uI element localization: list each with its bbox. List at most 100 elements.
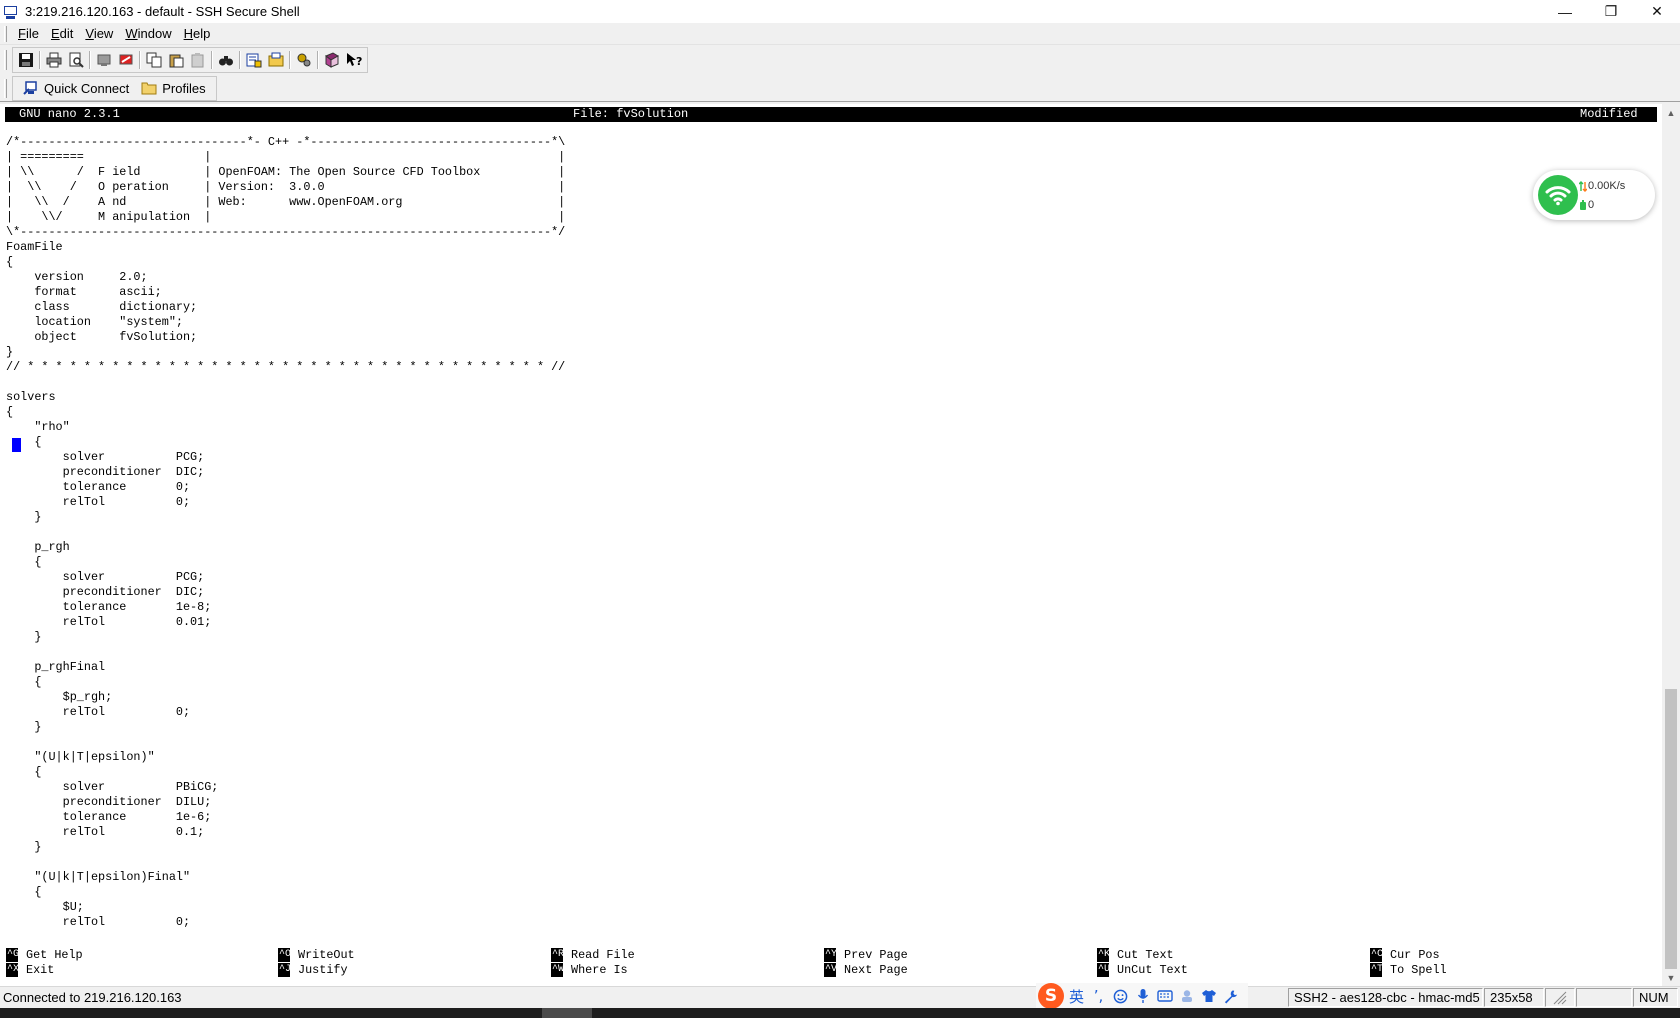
code-line[interactable]: solver PCG; — [6, 450, 565, 465]
code-line[interactable]: p_rgh — [6, 540, 565, 555]
code-line[interactable]: relTol 0; — [6, 495, 565, 510]
code-line[interactable]: // * * * * * * * * * * * * * * * * * * *… — [6, 360, 565, 375]
code-line[interactable]: { — [6, 255, 565, 270]
code-line[interactable]: { — [6, 885, 565, 900]
file-content[interactable]: /*--------------------------------*- C++… — [6, 135, 565, 930]
sogou-logo-icon[interactable]: S — [1038, 983, 1064, 1009]
scroll-down-button[interactable]: ▼ — [1662, 969, 1680, 986]
code-line[interactable]: tolerance 1e-8; — [6, 600, 565, 615]
menu-file[interactable]: File — [12, 26, 45, 41]
code-line[interactable] — [6, 525, 565, 540]
code-line[interactable]: p_rghFinal — [6, 660, 565, 675]
code-line[interactable]: version 2.0; — [6, 270, 565, 285]
code-line[interactable]: | ========= | | — [6, 150, 565, 165]
shortcut-uncut-text[interactable]: ^U UnCut Text — [1097, 962, 1367, 977]
code-line[interactable]: format ascii; — [6, 285, 565, 300]
skin-icon[interactable] — [1177, 987, 1196, 1006]
menu-view[interactable]: View — [79, 26, 119, 41]
code-line[interactable]: preconditioner DIC; — [6, 465, 565, 480]
shirt-icon[interactable] — [1199, 987, 1218, 1006]
shortcut-to-spell[interactable]: ^T To Spell — [1370, 962, 1640, 977]
ime-punctuation-toggle[interactable]: ʼ, — [1089, 987, 1108, 1006]
vertical-scrollbar[interactable]: ▲ ▼ — [1662, 104, 1680, 986]
emoji-icon[interactable] — [1111, 987, 1130, 1006]
shortcut-justify[interactable]: ^J Justify — [278, 962, 548, 977]
code-line[interactable]: { — [6, 405, 565, 420]
code-line[interactable]: } — [6, 510, 565, 525]
code-line[interactable]: class dictionary; — [6, 300, 565, 315]
code-line[interactable]: tolerance 1e-6; — [6, 810, 565, 825]
help-book-button[interactable] — [321, 49, 343, 71]
code-line[interactable]: preconditioner DIC; — [6, 585, 565, 600]
code-line[interactable]: preconditioner DILU; — [6, 795, 565, 810]
code-line[interactable]: solvers — [6, 390, 565, 405]
code-line[interactable]: } — [6, 840, 565, 855]
menu-help[interactable]: Help — [178, 26, 217, 41]
shortcut-cur-pos[interactable]: ^C Cur Pos — [1370, 947, 1640, 962]
quick-connect-button[interactable]: Quick Connect — [17, 77, 135, 99]
menu-window[interactable]: Window — [119, 26, 177, 41]
toolbar-grip[interactable] — [4, 50, 7, 70]
code-line[interactable]: relTol 0.01; — [6, 615, 565, 630]
code-line[interactable]: \*--------------------------------------… — [6, 225, 565, 240]
copy-button[interactable] — [143, 49, 165, 71]
code-line[interactable]: { — [6, 555, 565, 570]
settings-button[interactable] — [243, 49, 265, 71]
shortcut-get-help[interactable]: ^G Get Help — [6, 947, 276, 962]
code-line[interactable]: "(U|k|T|epsilon)Final" — [6, 870, 565, 885]
code-line[interactable]: relTol 0.1; — [6, 825, 565, 840]
shortcut-cut-text[interactable]: ^K Cut Text — [1097, 947, 1367, 962]
paste-button[interactable] — [165, 49, 187, 71]
context-help-button[interactable]: ? — [343, 49, 365, 71]
shortcut-writeout[interactable]: ^O WriteOut — [278, 947, 548, 962]
menu-edit[interactable]: Edit — [45, 26, 79, 41]
new-terminal-button[interactable] — [93, 49, 115, 71]
network-speed-widget[interactable]: 0.00K/s 0 — [1533, 170, 1655, 220]
maximize-button[interactable]: ❐ — [1588, 0, 1634, 23]
print-preview-button[interactable] — [65, 49, 87, 71]
code-line[interactable]: FoamFile — [6, 240, 565, 255]
code-line[interactable]: | \\ / A nd | Web: www.OpenFOAM.org | — [6, 195, 565, 210]
code-line[interactable]: /*--------------------------------*- C++… — [6, 135, 565, 150]
keyboard-icon[interactable] — [1155, 987, 1174, 1006]
menu-bar-grip[interactable] — [4, 26, 7, 42]
code-line[interactable]: location "system"; — [6, 315, 565, 330]
code-line[interactable]: } — [6, 630, 565, 645]
ime-language-toggle[interactable]: 英 — [1067, 987, 1086, 1006]
code-line[interactable]: relTol 0; — [6, 705, 565, 720]
find-button[interactable] — [215, 49, 237, 71]
code-line[interactable]: relTol 0; — [6, 915, 565, 930]
code-line[interactable] — [6, 855, 565, 870]
minimize-button[interactable]: — — [1542, 0, 1588, 23]
code-line[interactable]: | \\ / F ield | OpenFOAM: The Open Sourc… — [6, 165, 565, 180]
wrench-icon[interactable] — [1221, 987, 1240, 1006]
code-line[interactable] — [6, 735, 565, 750]
shortcut-prev-page[interactable]: ^Y Prev Page — [824, 947, 1094, 962]
code-line[interactable] — [6, 375, 565, 390]
code-line[interactable]: | \\/ M anipulation | | — [6, 210, 565, 225]
shortcut-read-file[interactable]: ^R Read File — [551, 947, 821, 962]
code-line[interactable]: { — [6, 765, 565, 780]
shortcut-where-is[interactable]: ^W Where Is — [551, 962, 821, 977]
close-button[interactable]: ✕ — [1634, 0, 1680, 23]
code-line[interactable]: | \\ / O peration | Version: 3.0.0 | — [6, 180, 565, 195]
code-line[interactable]: { — [6, 675, 565, 690]
code-line[interactable]: $U; — [6, 900, 565, 915]
keys-button[interactable] — [293, 49, 315, 71]
paste-disabled-button[interactable] — [187, 49, 209, 71]
shortcut-next-page[interactable]: ^V Next Page — [824, 962, 1094, 977]
terminal-area[interactable]: GNU nano 2.3.1 File: fvSolution Modified… — [0, 104, 1662, 986]
taskbar-active-item[interactable] — [542, 1008, 592, 1018]
code-line[interactable]: solver PBiCG; — [6, 780, 565, 795]
code-line[interactable] — [6, 645, 565, 660]
ssh-app-icon[interactable] — [3, 4, 19, 20]
code-line[interactable]: { — [6, 435, 565, 450]
code-line[interactable]: $p_rgh; — [6, 690, 565, 705]
code-line[interactable]: } — [6, 345, 565, 360]
profiles-button[interactable] — [265, 49, 287, 71]
code-line[interactable]: tolerance 0; — [6, 480, 565, 495]
quick-connect-bar-grip[interactable] — [4, 79, 7, 98]
microphone-icon[interactable] — [1133, 987, 1152, 1006]
new-file-transfer-button[interactable] — [115, 49, 137, 71]
scroll-up-button[interactable]: ▲ — [1662, 104, 1680, 121]
